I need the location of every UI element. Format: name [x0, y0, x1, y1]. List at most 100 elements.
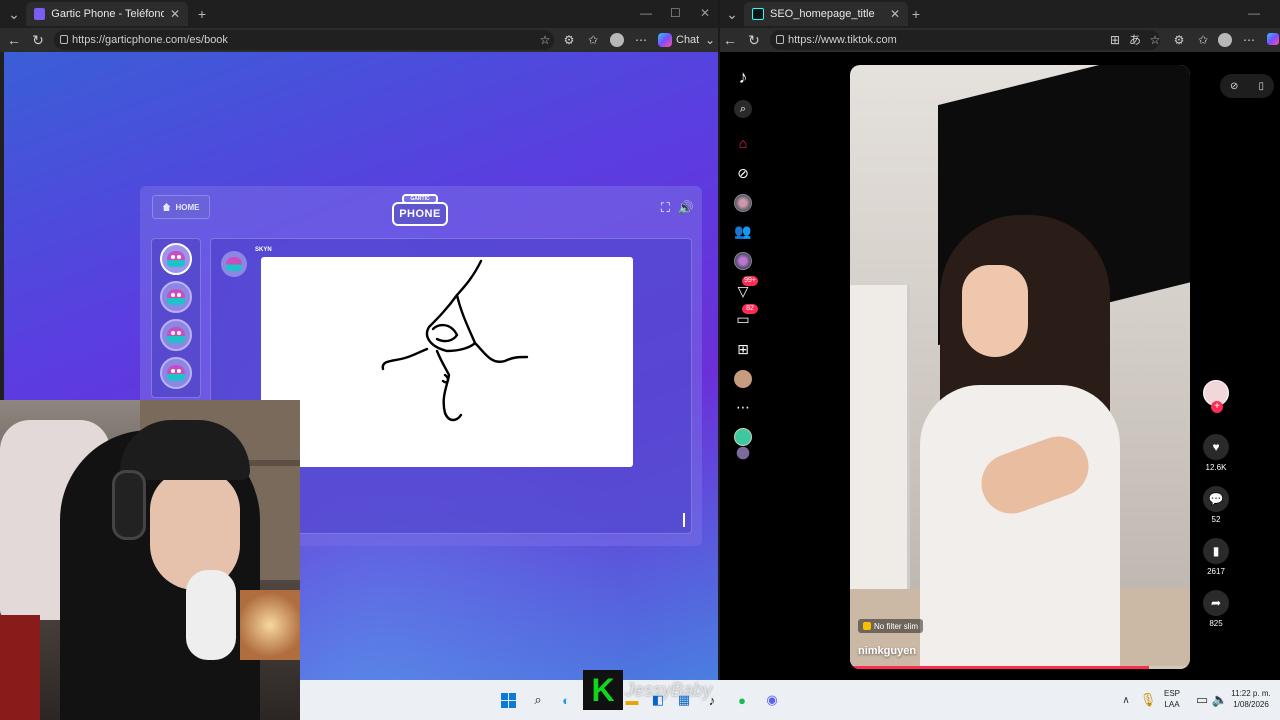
tab-tiktok[interactable]: SEO_homepage_title ✕: [744, 2, 908, 26]
reload-icon[interactable]: ↻: [30, 32, 46, 48]
players-list[interactable]: [151, 238, 201, 398]
app-available-icon[interactable]: ⊞: [1108, 33, 1122, 47]
gartic-phone-logo: GARTIC PHONE: [392, 194, 448, 228]
profile-avatar[interactable]: [610, 33, 624, 47]
effect-tag[interactable]: No filter slim: [858, 619, 924, 633]
volume-icon[interactable]: 🔊: [678, 200, 694, 216]
comment-action[interactable]: 💬 52: [1198, 486, 1234, 524]
lang-top: ESP: [1164, 689, 1181, 698]
friends-live-icon[interactable]: [734, 252, 752, 270]
webcam-scene: [240, 590, 300, 660]
comment-icon[interactable]: 💬: [1203, 486, 1229, 512]
chevron-down-icon[interactable]: ⌄: [703, 33, 717, 47]
language-indicator[interactable]: ESP LAA: [1164, 688, 1180, 710]
explore-compass-icon[interactable]: ⊘: [734, 164, 752, 182]
webcam-streamer: [150, 470, 240, 590]
player-avatar[interactable]: [160, 281, 192, 313]
effect-icon: [863, 622, 871, 630]
favorite-star-icon[interactable]: ☆: [1148, 33, 1162, 47]
search-icon[interactable]: ⌕: [530, 692, 546, 708]
video-controls-pill: ⊘ ▯: [1220, 74, 1274, 98]
player-avatar-selected[interactable]: [160, 243, 192, 275]
spotify-icon[interactable]: ●: [734, 692, 750, 708]
lang-bottom: LAA: [1164, 700, 1180, 709]
profile-avatar[interactable]: [734, 370, 752, 388]
favorite-star-icon[interactable]: ☆: [538, 33, 552, 47]
translate-icon[interactable]: あ: [1128, 33, 1142, 47]
reload-icon[interactable]: ↻: [746, 32, 762, 48]
home-icon[interactable]: ⌂: [734, 134, 752, 152]
new-tab-icon[interactable]: +: [194, 6, 210, 22]
player-avatar[interactable]: [160, 357, 192, 389]
copilot-chat-button[interactable]: Chat: [658, 31, 699, 49]
favorites-icon[interactable]: ✩: [1196, 33, 1210, 47]
creator-avatar[interactable]: +: [1203, 380, 1229, 413]
tiktok-browser-window: ⌄ SEO_homepage_title ✕ + — ← ↻ https://w…: [720, 0, 1280, 680]
favorites-icon[interactable]: ✩: [586, 33, 600, 47]
video-subject: [962, 265, 1028, 357]
bookmark-icon[interactable]: ▮: [1203, 538, 1229, 564]
file-explorer-icon[interactable]: ▬: [624, 692, 640, 708]
microphone-tray-icon[interactable]: 🎙: [1140, 692, 1157, 708]
outlook-icon[interactable]: ◧: [650, 692, 666, 708]
video-player[interactable]: No filter slim nimkguyen: [850, 65, 1190, 669]
messages-icon[interactable]: ▭ 82: [734, 304, 758, 328]
fullscreen-toggle-icon[interactable]: ⛶: [661, 200, 670, 216]
network-icon[interactable]: ▭: [1194, 692, 1210, 708]
following-avatar-icon[interactable]: [736, 446, 750, 460]
back-icon[interactable]: ←: [722, 32, 738, 48]
search-icon[interactable]: ⌕: [734, 100, 752, 118]
url-field[interactable]: https://www.tiktok.com: [770, 30, 1160, 50]
maximize-icon[interactable]: ☐: [670, 6, 681, 20]
close-tab-icon[interactable]: ✕: [890, 7, 900, 21]
minimize-icon[interactable]: —: [1248, 6, 1260, 20]
share-action[interactable]: ➦ 825: [1198, 590, 1234, 628]
home-button[interactable]: HOME: [152, 195, 210, 219]
url-field[interactable]: https://garticphone.com/es/book: [54, 30, 554, 50]
start-menu-icon[interactable]: [500, 692, 516, 708]
discord-icon[interactable]: ◉: [764, 692, 780, 708]
autoscroll-icon[interactable]: ⊘: [1230, 81, 1238, 92]
device-icon[interactable]: ▯: [1258, 81, 1264, 92]
scroll-indicator[interactable]: [683, 513, 685, 527]
headset-icon: [112, 470, 146, 540]
video-username[interactable]: nimkguyen: [858, 645, 916, 657]
tab-list-chevron-icon[interactable]: ⌄: [724, 6, 740, 22]
minimize-icon[interactable]: —: [640, 6, 652, 20]
show-hidden-icons[interactable]: ∧: [1118, 692, 1134, 708]
follow-plus-icon[interactable]: +: [1211, 401, 1223, 413]
extensions-icon[interactable]: ⚙: [1172, 33, 1186, 47]
copilot-icon[interactable]: [1267, 33, 1279, 45]
more-menu-icon[interactable]: ⋯: [634, 33, 648, 47]
tab-gartic-phone[interactable]: Gartic Phone - Teléfono Descompu ✕: [26, 2, 188, 26]
player-name: SKYN: [255, 247, 272, 253]
tiktok-logo-icon[interactable]: ♪: [734, 67, 752, 87]
store-icon[interactable]: ▦: [676, 692, 692, 708]
more-icon[interactable]: ⋯: [734, 398, 752, 416]
heart-icon[interactable]: ♥: [1203, 434, 1229, 460]
clock[interactable]: 11:22 p. m. 1/08/2026: [1226, 688, 1276, 710]
following-icon[interactable]: 👥: [734, 222, 752, 240]
close-window-icon[interactable]: ✕: [700, 6, 710, 20]
address-bar: ← ↻ https://garticphone.com/es/book ☆ ⚙ …: [0, 28, 718, 52]
video-progress-bar[interactable]: [850, 666, 1190, 669]
new-tab-icon[interactable]: +: [908, 6, 924, 22]
video-subject: [920, 385, 1120, 669]
profile-avatar[interactable]: [1218, 33, 1232, 47]
upload-icon[interactable]: ⊞: [734, 340, 752, 358]
edge-icon[interactable]: ◐: [558, 692, 574, 708]
inbox-icon[interactable]: ▽ 99+: [734, 276, 758, 300]
extensions-icon[interactable]: ⚙: [562, 33, 576, 47]
more-menu-icon[interactable]: ⋯: [1242, 33, 1256, 47]
tiktok-taskbar-icon[interactable]: ♪: [704, 692, 720, 708]
live-icon[interactable]: [734, 194, 752, 212]
player-avatar[interactable]: [160, 319, 192, 351]
close-tab-icon[interactable]: ✕: [170, 7, 180, 21]
like-action[interactable]: ♥ 12.6K: [1198, 434, 1234, 472]
logo-main-text: PHONE: [392, 202, 448, 226]
share-icon[interactable]: ➦: [1203, 590, 1229, 616]
back-icon[interactable]: ←: [6, 32, 22, 48]
gartic-favicon-icon: [34, 8, 46, 20]
tab-list-chevron-icon[interactable]: ⌄: [6, 6, 22, 22]
save-action[interactable]: ▮ 2617: [1198, 538, 1234, 576]
